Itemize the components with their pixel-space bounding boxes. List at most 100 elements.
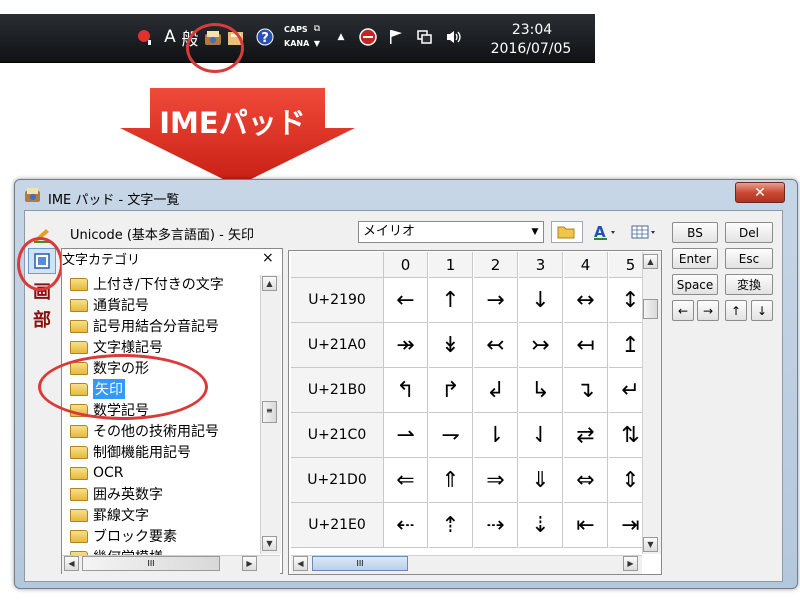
scroll-left-icon[interactable]: ◀ — [64, 556, 79, 571]
character-cell[interactable]: ↠ — [384, 323, 428, 368]
help-icon[interactable]: ? — [255, 27, 275, 47]
network-icon[interactable] — [414, 27, 436, 47]
category-item[interactable]: 制御機能用記号 — [70, 442, 191, 462]
character-cell[interactable]: ↱ — [429, 368, 473, 413]
delete-button[interactable]: Del — [725, 222, 773, 243]
show-hidden-icons-button[interactable]: ▲ — [334, 30, 348, 44]
category-header: 文字カテゴリ — [62, 253, 141, 268]
grid-row-header: U+21C0 — [291, 413, 384, 458]
enter-button[interactable]: Enter — [672, 248, 718, 269]
scroll-right-icon[interactable]: ▶ — [623, 556, 638, 571]
grid-row-header: U+21A0 — [291, 323, 384, 368]
category-item[interactable]: OCR — [70, 463, 124, 483]
character-cell[interactable]: ← — [384, 278, 428, 323]
clock-time[interactable]: 23:04 — [497, 22, 567, 38]
scroll-down-icon[interactable]: ▼ — [643, 537, 658, 552]
font-select-value: メイリオ — [363, 224, 416, 239]
highlight-circle-category — [38, 354, 208, 420]
scroll-up-icon[interactable]: ▲ — [262, 276, 277, 291]
font-color-icon[interactable]: A — [589, 221, 621, 243]
character-cell[interactable]: ↡ — [429, 323, 473, 368]
category-item[interactable]: ブロック要素 — [70, 526, 177, 546]
grid-row-header: U+21E0 — [291, 503, 384, 548]
character-cell[interactable]: ⇔ — [564, 458, 608, 503]
character-cell[interactable]: ⇑ — [429, 458, 473, 503]
character-cell[interactable]: ↤ — [564, 323, 608, 368]
action-center-icon[interactable] — [135, 27, 153, 47]
character-cell[interactable]: ⇢ — [474, 503, 518, 548]
security-icon[interactable] — [358, 27, 378, 47]
character-cell[interactable]: ⇂ — [474, 413, 518, 458]
arrow-down-button[interactable]: ↓ — [751, 300, 773, 321]
character-cell[interactable]: ↰ — [384, 368, 428, 413]
character-cell[interactable]: → — [474, 278, 518, 323]
character-cell[interactable]: ↳ — [519, 368, 563, 413]
character-cell[interactable]: ↣ — [519, 323, 563, 368]
highlight-circle-taskbar — [186, 23, 244, 73]
character-set-label: Unicode (基本多言語面) - 矢印 — [70, 228, 254, 243]
radical-button[interactable]: 部 — [28, 306, 56, 332]
category-item[interactable]: 罫線文字 — [70, 505, 149, 525]
folder-icon — [70, 487, 88, 501]
category-item-label: 上付き/下付きの文字 — [93, 277, 224, 293]
character-cell[interactable]: ⇁ — [429, 413, 473, 458]
view-grid-icon[interactable] — [628, 221, 660, 243]
font-select[interactable]: メイリオ ▼ — [358, 221, 544, 243]
volume-icon[interactable] — [444, 27, 464, 47]
scroll-up-icon[interactable]: ▲ — [643, 254, 658, 269]
character-cell[interactable]: ↲ — [474, 368, 518, 413]
character-cell[interactable]: ↓ — [519, 278, 563, 323]
arrow-up-button[interactable]: ↑ — [725, 300, 747, 321]
character-cell[interactable]: ⇤ — [564, 503, 608, 548]
character-cell[interactable]: ↑ — [429, 278, 473, 323]
character-cell[interactable]: ⇀ — [384, 413, 428, 458]
character-cell[interactable]: ⇣ — [519, 503, 563, 548]
grid-vscroll-thumb[interactable] — [643, 299, 658, 319]
category-item[interactable]: 上付き/下付きの文字 — [70, 274, 224, 294]
character-cell[interactable]: ⇐ — [384, 458, 428, 503]
character-cell[interactable]: ↔ — [564, 278, 608, 323]
grid-row-header: U+21D0 — [291, 458, 384, 503]
character-cell[interactable]: ⇃ — [519, 413, 563, 458]
escape-button[interactable]: Esc — [725, 248, 773, 269]
scroll-left-icon[interactable]: ◀ — [293, 556, 308, 571]
flag-icon[interactable] — [386, 27, 406, 47]
scroll-down-icon[interactable]: ▼ — [262, 536, 277, 551]
category-hscroll-thumb[interactable]: III — [82, 556, 220, 571]
arrow-left-button[interactable]: ← — [672, 300, 694, 321]
folder-icon — [70, 508, 88, 522]
folder-icon — [70, 340, 88, 354]
backspace-button[interactable]: BS — [672, 222, 718, 243]
space-button[interactable]: Space — [672, 274, 718, 295]
folder-icon — [70, 319, 88, 333]
chevron-down-icon[interactable]: ▼ — [312, 38, 322, 48]
clock-date[interactable]: 2016/07/05 — [481, 41, 581, 57]
character-cell[interactable]: ⇄ — [564, 413, 608, 458]
folder-open-icon[interactable] — [551, 221, 583, 243]
arrow-right-button[interactable]: → — [697, 300, 719, 321]
character-cell[interactable]: ⇓ — [519, 458, 563, 503]
folder-icon — [70, 298, 88, 312]
restore-icon[interactable]: ⧉ — [312, 24, 322, 34]
ime-mode-indicator[interactable]: A — [163, 25, 177, 49]
convert-button[interactable]: 変換 — [725, 274, 773, 295]
character-cell[interactable]: ↴ — [564, 368, 608, 413]
chevron-down-icon[interactable]: ▼ — [527, 222, 543, 242]
category-item[interactable]: 記号用結合分音記号 — [70, 316, 219, 336]
character-cell[interactable]: ⇠ — [384, 503, 428, 548]
character-cell[interactable]: ⇡ — [429, 503, 473, 548]
close-icon[interactable]: × — [262, 250, 274, 266]
grid-vscrollbar[interactable] — [642, 252, 661, 554]
category-item[interactable]: 囲み英数字 — [70, 484, 163, 504]
close-button[interactable]: ✕ — [735, 182, 785, 203]
grid-column-header: 1 — [429, 252, 473, 278]
category-item-label: 罫線文字 — [93, 508, 149, 524]
category-vscroll-thumb[interactable]: ≡ — [262, 401, 277, 423]
character-cell[interactable]: ↢ — [474, 323, 518, 368]
grid-hscroll-thumb[interactable]: III — [312, 556, 408, 571]
category-item[interactable]: その他の技術用記号 — [70, 421, 219, 441]
character-cell[interactable]: ⇒ — [474, 458, 518, 503]
category-item[interactable]: 通貨記号 — [70, 295, 149, 315]
folder-icon — [70, 529, 88, 543]
scroll-right-icon[interactable]: ▶ — [242, 556, 257, 571]
